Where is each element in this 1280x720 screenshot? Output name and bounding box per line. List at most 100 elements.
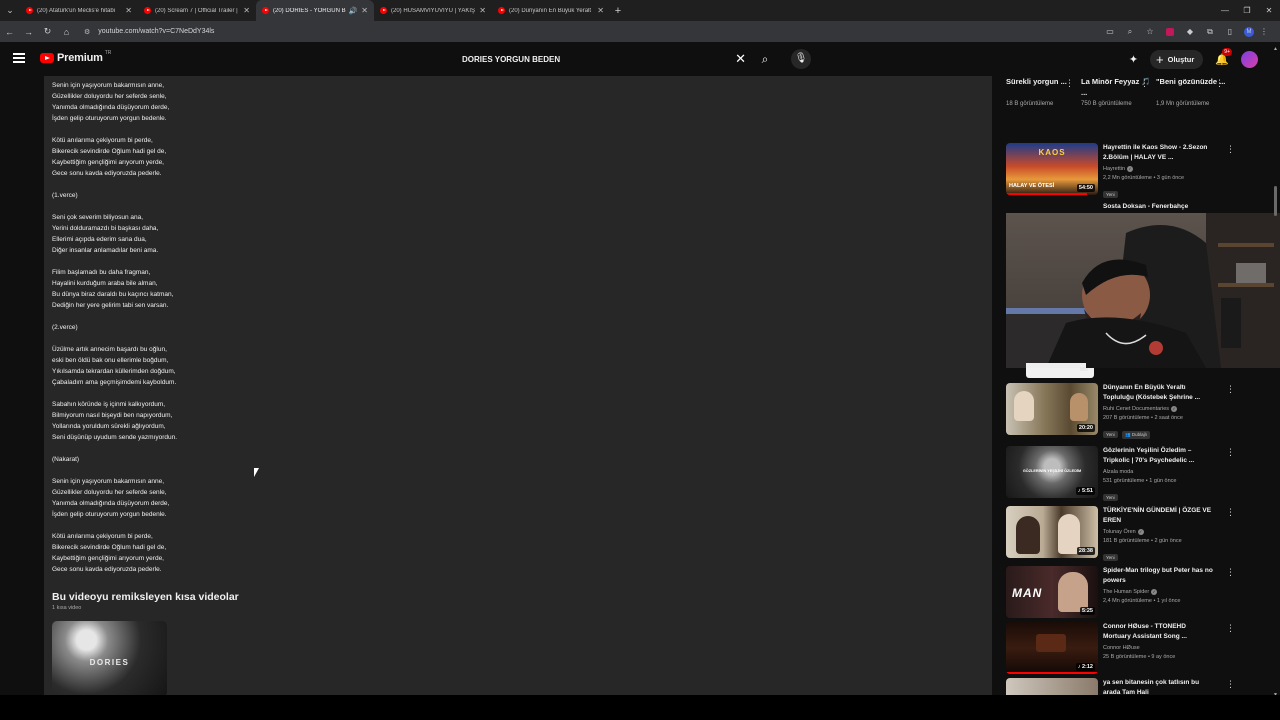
lyrics-line: Sabahın köründe iş içinmi kalkıyordum,	[52, 401, 166, 408]
browser-toolbar: ← → ↻ ⌂ ⚙ youtube.com/watch?v=C7NeDdY34l…	[0, 21, 1280, 42]
forward-icon[interactable]: →	[19, 27, 38, 37]
close-tab-icon[interactable]: ✕	[479, 6, 486, 15]
home-icon[interactable]: ⌂	[57, 27, 76, 37]
bottom-letterbox	[0, 695, 1280, 720]
browser-tab-active[interactable]: (20) DORIES - YORGUN BEDEN🔊✕	[256, 0, 374, 21]
search-input[interactable]: DORIES YORGUN BEDEN ✕	[455, 48, 750, 70]
close-tab-icon[interactable]: ✕	[125, 6, 132, 15]
hamburger-menu-icon[interactable]	[13, 53, 25, 63]
related-video-item[interactable]: GÖZLERİNİN YEŞİLİNİ ÖZLEDİM ♪ 5:51 Gözle…	[1006, 446, 1236, 501]
video-thumbnail[interactable]: ♪ 2:12	[1006, 622, 1098, 674]
remix-section-heading: Bu videoyu remiksleyen kısa videolar	[52, 591, 239, 603]
video-duration: ♪ 5:51	[1075, 487, 1095, 495]
tab-search-icon[interactable]: ⌄	[0, 0, 20, 21]
sidepanel-icon[interactable]: ▯	[1220, 27, 1240, 36]
restore-icon[interactable]: ❐	[1236, 0, 1258, 21]
lyrics-blank-line	[52, 520, 352, 531]
lyrics-line: Bilmiyorum nasıl bişeydi ben napıyordum,	[52, 412, 173, 419]
youtube-logo[interactable]: Premium TR	[40, 50, 111, 64]
lyrics-line: (2.verce)	[52, 324, 78, 331]
audio-playing-icon[interactable]: 🔊	[349, 7, 358, 15]
notifications-bell-icon[interactable]: 🔔 9+	[1215, 47, 1232, 66]
video-info: Spider-Man trilogy but Peter has no powe…	[1103, 566, 1215, 606]
youtube-favicon-icon	[380, 7, 387, 14]
related-video-item[interactable]: 20:20 Dünyanın En Büyük Yeraltı Topluluğ…	[1006, 383, 1236, 441]
more-options-icon[interactable]: ⋮	[1226, 447, 1235, 458]
browser-tab[interactable]: (20) HUSAMVIYUVIYU | YAKIŞI ✕	[374, 0, 492, 21]
lyrics-line: Üzülme artık annecim başardı bu oğlun,	[52, 346, 167, 353]
scroll-up-icon[interactable]: ▲	[1273, 46, 1278, 52]
lyrics-line: Seni düşünüp uyudum sende yazmıyordun.	[52, 434, 178, 441]
extension-icon[interactable]	[1166, 27, 1174, 36]
close-tab-icon[interactable]: ✕	[361, 6, 368, 15]
related-video-item[interactable]: MAN 5:25 Spider-Man trilogy but Peter ha…	[1006, 566, 1236, 621]
search-query-text: DORIES YORGUN BEDEN	[462, 54, 561, 64]
zoom-icon[interactable]: ⌕	[1120, 27, 1140, 37]
video-thumbnail[interactable]	[1006, 678, 1098, 695]
youtube-favicon-icon	[498, 7, 505, 14]
install-app-icon[interactable]: ▭	[1100, 27, 1120, 36]
close-window-icon[interactable]: ✕	[1258, 0, 1280, 21]
browser-tab[interactable]: (20) Atatürk'ün Meclis'e hitabı ✕	[20, 0, 138, 21]
video-thumbnail[interactable]: MAN 5:25	[1006, 566, 1098, 618]
extension-diamond-icon[interactable]: ◆	[1180, 27, 1200, 36]
browser-tab[interactable]: (20) Dünyanın En Büyük Yeralt ✕	[492, 0, 610, 21]
video-duration: ♪ 2:12	[1075, 663, 1095, 671]
related-video-item[interactable]: 28:38 TÜRKİYE'NİN GÜNDEMİ | ÖZGE VE EREN…	[1006, 506, 1236, 561]
close-tab-icon[interactable]: ✕	[243, 6, 250, 15]
scrollbar-thumb[interactable]	[1274, 186, 1277, 216]
back-icon[interactable]: ←	[0, 27, 19, 37]
lyrics-blank-line	[52, 465, 352, 476]
video-title: ya sen bitanesin çok tatlısın bu arada T…	[1103, 679, 1200, 695]
search-icon[interactable]: ⌕	[754, 48, 776, 70]
related-video-item[interactable]: ya sen bitanesin çok tatlısın bu arada T…	[1006, 678, 1236, 695]
short-video-thumbnail[interactable]: DORIES	[52, 621, 167, 697]
close-tab-icon[interactable]: ✕	[597, 6, 604, 15]
video-info: Connor HØuse - TTONEHD Mortuary Assistan…	[1103, 622, 1215, 662]
more-options-icon[interactable]: ⋮	[1226, 507, 1235, 518]
clear-search-icon[interactable]: ✕	[735, 51, 746, 67]
address-bar[interactable]: ⚙ youtube.com/watch?v=C7NeDdY34ls	[78, 23, 1098, 40]
cast-gear-icon[interactable]: ✦	[1129, 53, 1138, 66]
site-info-icon[interactable]: ⚙	[84, 28, 90, 36]
more-options-icon[interactable]: ⋮	[1226, 623, 1235, 634]
create-button[interactable]: + Oluştur	[1150, 49, 1204, 69]
video-description-panel[interactable]: Senin için yaşıyorum bakarmısın anne, Güz…	[44, 76, 992, 697]
account-avatar[interactable]	[1241, 50, 1258, 68]
extensions-puzzle-icon[interactable]: ⧉	[1200, 27, 1220, 37]
bookmark-star-icon[interactable]: ☆	[1140, 27, 1160, 36]
new-tab-button[interactable]: +	[610, 5, 626, 17]
more-options-icon[interactable]: ⋮	[1226, 679, 1235, 690]
sidebar-scrollbar[interactable]: ▲ ▼	[1272, 46, 1280, 698]
lyrics-blank-line	[52, 311, 352, 322]
browser-menu-icon[interactable]: ⋮	[1254, 27, 1274, 36]
browser-tab[interactable]: (20) Scream 7 | Official Trailer | ✕	[138, 0, 256, 21]
video-thumbnail[interactable]: 28:38	[1006, 506, 1098, 558]
url-text: youtube.com/watch?v=C7NeDdY34ls	[98, 28, 215, 35]
video-thumbnail[interactable]: GÖZLERİNİN YEŞİLİNİ ÖZLEDİM ♪ 5:51	[1006, 446, 1098, 498]
microphone-icon[interactable]: 🎙	[791, 49, 811, 69]
related-video-item[interactable]: ♪ 2:12 Connor HØuse - TTONEHD Mortuary A…	[1006, 622, 1236, 677]
video-info: Dünyanın En Büyük Yeraltı Topluluğu (Kös…	[1103, 383, 1215, 441]
minimize-icon[interactable]: —	[1214, 0, 1236, 21]
thumbnail-person	[1016, 516, 1040, 554]
lyrics-line: Çabaladım ama geçmişimdemi kayboldum.	[52, 379, 177, 386]
new-badge: Yeni	[1103, 554, 1118, 561]
lyrics-blank-line	[52, 256, 352, 267]
lyrics-line: Ellerimi açıpda ederim sana dua,	[52, 236, 147, 243]
profile-avatar[interactable]: M	[1244, 26, 1254, 37]
channel-name: The Human Spider ✓	[1103, 588, 1158, 595]
video-title: TÜRKİYE'NİN GÜNDEMİ | ÖZGE VE EREN	[1103, 507, 1212, 524]
lyrics-line: (1.verce)	[52, 192, 78, 199]
lyrics-text: Senin için yaşıyorum bakarmısın anne, Güz…	[52, 80, 352, 575]
thumbnail-person	[1070, 393, 1088, 421]
video-thumbnail[interactable]: 20:20	[1006, 383, 1098, 435]
more-options-icon[interactable]: ⋮	[1226, 567, 1235, 578]
more-options-icon[interactable]: ⋮	[1226, 384, 1235, 395]
left-gutter	[0, 76, 44, 695]
remix-count: 1 kısa video	[52, 605, 82, 611]
verified-check-icon: ✓	[1171, 405, 1178, 412]
reload-icon[interactable]: ↻	[38, 26, 57, 37]
lyrics-line: Kaybettiğim gençliğimi arıyorum yerde,	[52, 555, 164, 562]
video-title: Gözlerinin Yeşilini Özledim – Tripkolic …	[1103, 447, 1195, 464]
